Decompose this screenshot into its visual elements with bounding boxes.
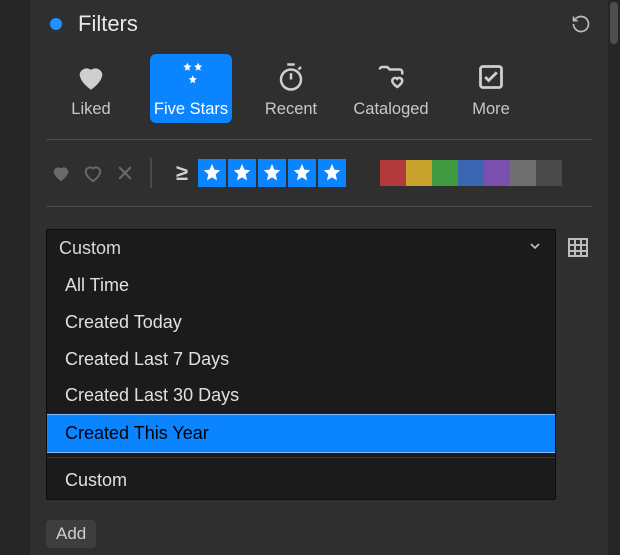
color-swatch-none[interactable] — [536, 160, 562, 186]
date-dropdown[interactable]: Custom All Time Created Today Created La… — [46, 229, 556, 500]
rating-star-2[interactable] — [228, 159, 256, 187]
date-option-last-30[interactable]: Created Last 30 Days — [47, 377, 555, 414]
stars-icon — [173, 60, 209, 94]
date-option-this-year[interactable]: Created This Year — [47, 414, 555, 453]
reset-filters-button[interactable] — [570, 13, 592, 35]
date-option-all-time[interactable]: All Time — [47, 267, 555, 304]
preset-recent[interactable]: Recent — [250, 54, 332, 123]
divider — [47, 457, 555, 458]
preset-label: Recent — [265, 100, 317, 119]
add-filter-button[interactable]: Add — [46, 520, 96, 548]
rating-star-5[interactable] — [318, 159, 346, 187]
folder-heart-icon — [373, 60, 409, 94]
preset-label: Liked — [71, 100, 110, 119]
rating-star-1[interactable] — [198, 159, 226, 187]
rating-star-4[interactable] — [288, 159, 316, 187]
filters-panel: Filters Liked Five Stars — [30, 0, 608, 555]
panel-header: Filters — [46, 8, 592, 40]
color-swatch-yellow[interactable] — [406, 160, 432, 186]
rating-filter[interactable]: ≥ — [170, 159, 346, 187]
rating-star-3[interactable] — [258, 159, 286, 187]
panel-title: Filters — [78, 11, 570, 37]
preset-more[interactable]: More — [450, 54, 532, 123]
color-label-swatches — [380, 160, 562, 186]
preset-label: Five Stars — [154, 100, 228, 119]
heart-filled-icon — [73, 60, 109, 94]
date-option-today[interactable]: Created Today — [47, 304, 555, 341]
divider — [150, 158, 152, 188]
color-swatch-grey[interactable] — [510, 160, 536, 186]
color-swatch-green[interactable] — [432, 160, 458, 186]
reject-x-icon[interactable] — [114, 162, 136, 184]
scrollbar[interactable] — [608, 0, 620, 555]
date-dropdown-header[interactable]: Custom — [47, 230, 555, 267]
add-button-label: Add — [56, 524, 86, 544]
preset-cataloged[interactable]: Cataloged — [350, 54, 432, 123]
active-indicator-dot — [50, 18, 62, 30]
color-swatch-blue[interactable] — [458, 160, 484, 186]
date-option-last-7[interactable]: Created Last 7 Days — [47, 341, 555, 378]
criteria-row: ≥ — [46, 140, 592, 207]
stopwatch-icon — [273, 60, 309, 94]
color-swatch-purple[interactable] — [484, 160, 510, 186]
filter-presets-row: Liked Five Stars Recent — [46, 40, 592, 140]
checkbox-icon — [473, 60, 509, 94]
heart-filled-icon[interactable] — [50, 162, 72, 184]
pick-status-group — [50, 162, 136, 184]
preset-liked[interactable]: Liked — [50, 54, 132, 123]
date-option-custom[interactable]: Custom — [47, 462, 555, 499]
calendar-grid-button[interactable] — [564, 233, 592, 261]
chevron-down-icon — [527, 238, 543, 259]
date-dropdown-value: Custom — [59, 238, 121, 259]
preset-label: More — [472, 100, 510, 119]
scrollbar-thumb[interactable] — [610, 2, 618, 44]
color-swatch-red[interactable] — [380, 160, 406, 186]
preset-label: Cataloged — [353, 100, 428, 119]
date-filter-row: Custom All Time Created Today Created La… — [46, 229, 592, 500]
heart-outline-icon[interactable] — [82, 162, 104, 184]
comparator-icon[interactable]: ≥ — [170, 161, 194, 185]
preset-five-stars[interactable]: Five Stars — [150, 54, 232, 123]
date-dropdown-list: All Time Created Today Created Last 7 Da… — [47, 267, 555, 499]
